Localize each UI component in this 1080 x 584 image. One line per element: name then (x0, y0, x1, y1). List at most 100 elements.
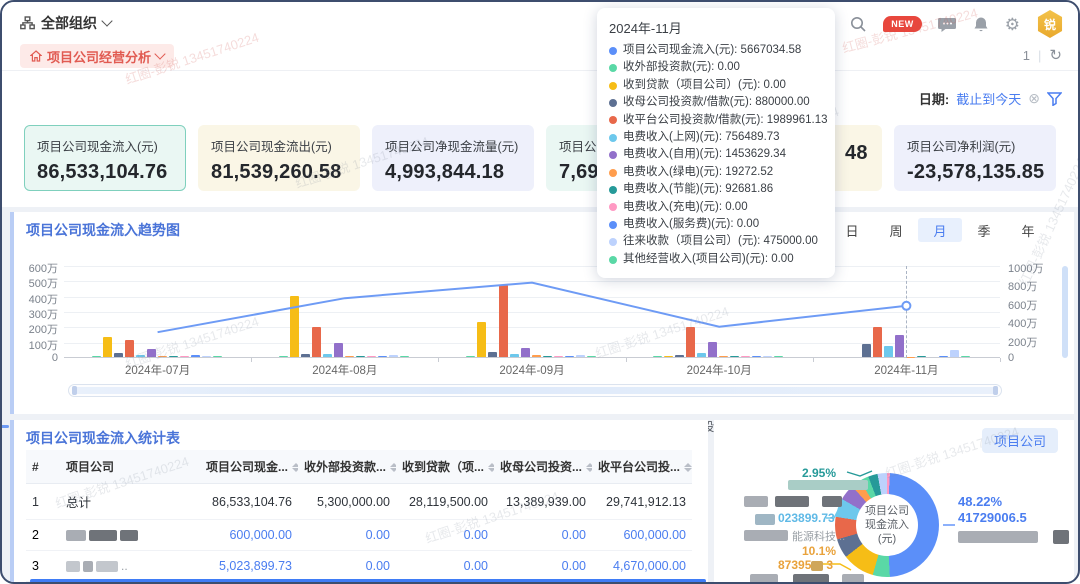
bar-收外部投资款(元)[interactable] (92, 356, 101, 357)
org-switcher[interactable]: 全部组织 (20, 13, 111, 33)
bar-电费收入(充电)(元)[interactable] (554, 356, 563, 357)
bar-电费收入(上网)(元)[interactable] (136, 355, 145, 357)
sort-icon[interactable] (292, 463, 298, 472)
bar-电费收入(充电)(元)[interactable] (180, 356, 189, 357)
period-tab-季[interactable]: 季 (962, 218, 1006, 242)
sort-icon[interactable] (390, 463, 396, 472)
bar-电费收入(自用)(元)[interactable] (147, 349, 156, 357)
column-header-2[interactable]: 项目公司现金... (200, 450, 298, 484)
message-icon[interactable] (938, 16, 957, 33)
sort-icon[interactable] (586, 463, 592, 472)
bar-电费收入(上网)(元)[interactable] (884, 346, 893, 357)
sort-icon[interactable] (684, 463, 692, 472)
bar-电费收入(节能)(元)[interactable] (917, 356, 926, 357)
bar-电费收入(上网)(元)[interactable] (323, 354, 332, 357)
date-filter[interactable]: 日期: 截止到今天 ⊗ (919, 89, 1062, 108)
datazoom-slider[interactable] (68, 384, 1002, 397)
datazoom-left-handle[interactable] (72, 386, 77, 395)
bar-电费收入(服务费)(元)[interactable] (565, 356, 574, 357)
bar-其他经营收入(项目公司)(元)[interactable] (400, 356, 409, 357)
period-tab-月[interactable]: 月 (918, 218, 962, 242)
bar-其他经营收入(项目公司)(元)[interactable] (587, 356, 596, 357)
column-header-4[interactable]: 收到贷款（项... (396, 450, 494, 484)
kpi-card-net-cash-flow[interactable]: 项目公司净现金流量(元) 4,993,844.18 (372, 125, 534, 191)
bar-收母公司投资款/借款(元)[interactable] (862, 344, 871, 357)
table-row-3[interactable]: 3..5,023,899.730.000.000.004,670,000.00 (26, 551, 692, 582)
period-tab-日[interactable]: 日 (830, 218, 874, 242)
bar-电费收入(绿电)(元)[interactable] (532, 355, 541, 357)
bar-往来收款（项目公司）(元)[interactable] (202, 356, 211, 357)
bar-电费收入(自用)(元)[interactable] (521, 348, 530, 357)
bar-电费收入(节能)(元)[interactable] (356, 356, 365, 357)
bar-电费收入(绿电)(元)[interactable] (158, 356, 167, 357)
horizontal-scrollbar[interactable] (30, 579, 706, 583)
period-tab-周[interactable]: 周 (874, 218, 918, 242)
bar-往来收款（项目公司）(元)[interactable] (576, 355, 585, 357)
filter-funnel-icon[interactable] (1047, 92, 1062, 106)
bar-收到贷款（项目公司）(元)[interactable] (103, 337, 112, 357)
bar-收到贷款（项目公司）(元)[interactable] (477, 322, 486, 357)
vertical-scrollbar[interactable] (1062, 266, 1068, 358)
datazoom-range[interactable] (73, 387, 997, 394)
column-header-6[interactable]: 收平台公司投... (592, 450, 692, 484)
bar-往来收款（项目公司）(元)[interactable] (950, 350, 959, 357)
refresh-icon[interactable]: ↻ (1049, 46, 1062, 64)
bar-电费收入(充电)(元)[interactable] (367, 356, 376, 357)
date-filter-value[interactable]: 截止到今天 (956, 89, 1021, 108)
bar-电费收入(服务费)(元)[interactable] (191, 355, 200, 357)
bar-收平台公司投资款/借款(元)[interactable] (499, 285, 508, 357)
bar-收平台公司投资款/借款(元)[interactable] (125, 340, 134, 357)
sort-icon[interactable] (488, 463, 494, 472)
bar-收母公司投资款/借款(元)[interactable] (114, 353, 123, 357)
bar-电费收入(服务费)(元)[interactable] (752, 356, 761, 357)
bell-icon[interactable] (973, 16, 989, 33)
trend-chart-plot[interactable]: 600万500万400万300万200万100万01000万800万600万40… (64, 266, 1000, 358)
avatar[interactable]: 锐 (1036, 10, 1064, 38)
search-icon[interactable] (850, 16, 867, 33)
bar-电费收入(节能)(元)[interactable] (543, 356, 552, 357)
kpi-card-cash-outflow[interactable]: 项目公司现金流出(元) 81,539,260.58 (198, 125, 360, 191)
bar-电费收入(节能)(元)[interactable] (169, 356, 178, 357)
bar-收外部投资款(元)[interactable] (653, 356, 662, 357)
gear-icon[interactable]: ⚙ (1005, 16, 1020, 33)
table-row-2[interactable]: 2600,000.000.000.000.00600,000.00 (26, 520, 692, 551)
bar-电费收入(自用)(元)[interactable] (334, 343, 343, 357)
table-row-1[interactable]: 1总计86,533,104.765,300,000.0028,119,500.0… (26, 484, 692, 520)
bar-收母公司投资款/借款(元)[interactable] (301, 354, 310, 357)
bar-电费收入(绿电)(元)[interactable] (345, 356, 354, 357)
bar-电费收入(服务费)(元)[interactable] (378, 356, 387, 357)
bar-往来收款（项目公司）(元)[interactable] (389, 355, 398, 357)
bar-电费收入(自用)(元)[interactable] (895, 335, 904, 357)
bar-电费收入(绿电)(元)[interactable] (719, 356, 728, 357)
project-company-tag[interactable]: 项目公司 (982, 428, 1058, 453)
bar-其他经营收入(项目公司)(元)[interactable] (774, 356, 783, 357)
bar-收母公司投资款/借款(元)[interactable] (675, 355, 684, 357)
bar-收外部投资款(元)[interactable] (466, 356, 475, 357)
bar-电费收入(自用)(元)[interactable] (708, 342, 717, 357)
bar-往来收款（项目公司）(元)[interactable] (763, 356, 772, 357)
bar-收到贷款（项目公司）(元)[interactable] (290, 296, 299, 357)
bar-其他经营收入(项目公司)(元)[interactable] (213, 356, 222, 357)
datazoom-right-handle[interactable] (993, 386, 998, 395)
bar-电费收入(节能)(元)[interactable] (730, 356, 739, 357)
bar-电费收入(充电)(元)[interactable] (741, 356, 750, 357)
tab-project-company-analysis[interactable]: 项目公司经营分析 (20, 44, 174, 68)
bar-收平台公司投资款/借款(元)[interactable] (312, 327, 321, 357)
bar-电费收入(服务费)(元)[interactable] (939, 356, 948, 357)
column-header-3[interactable]: 收外部投资款... (298, 450, 396, 484)
bar-电费收入(上网)(元)[interactable] (510, 354, 519, 357)
bar-收平台公司投资款/借款(元)[interactable] (686, 327, 695, 357)
bar-收母公司投资款/借款(元)[interactable] (488, 352, 497, 357)
kpi-card-net-profit[interactable]: 项目公司净利润(元) -23,578,135.85 (894, 125, 1056, 191)
value-cell: 4,670,000.00 (592, 551, 692, 582)
bar-电费收入(上网)(元)[interactable] (697, 353, 706, 357)
new-badge[interactable]: NEW (883, 16, 922, 32)
bar-收外部投资款(元)[interactable] (279, 356, 288, 357)
kpi-card-cash-inflow[interactable]: 项目公司现金流入(元) 86,533,104.76 (24, 125, 186, 191)
clear-filter-icon[interactable]: ⊗ (1028, 90, 1040, 107)
bar-收平台公司投资款/借款(元)[interactable] (873, 327, 882, 357)
period-tab-年[interactable]: 年 (1006, 218, 1050, 242)
bar-收到贷款（项目公司）(元)[interactable] (664, 356, 673, 357)
column-header-5[interactable]: 收母公司投资... (494, 450, 592, 484)
bar-其他经营收入(项目公司)(元)[interactable] (961, 356, 970, 357)
